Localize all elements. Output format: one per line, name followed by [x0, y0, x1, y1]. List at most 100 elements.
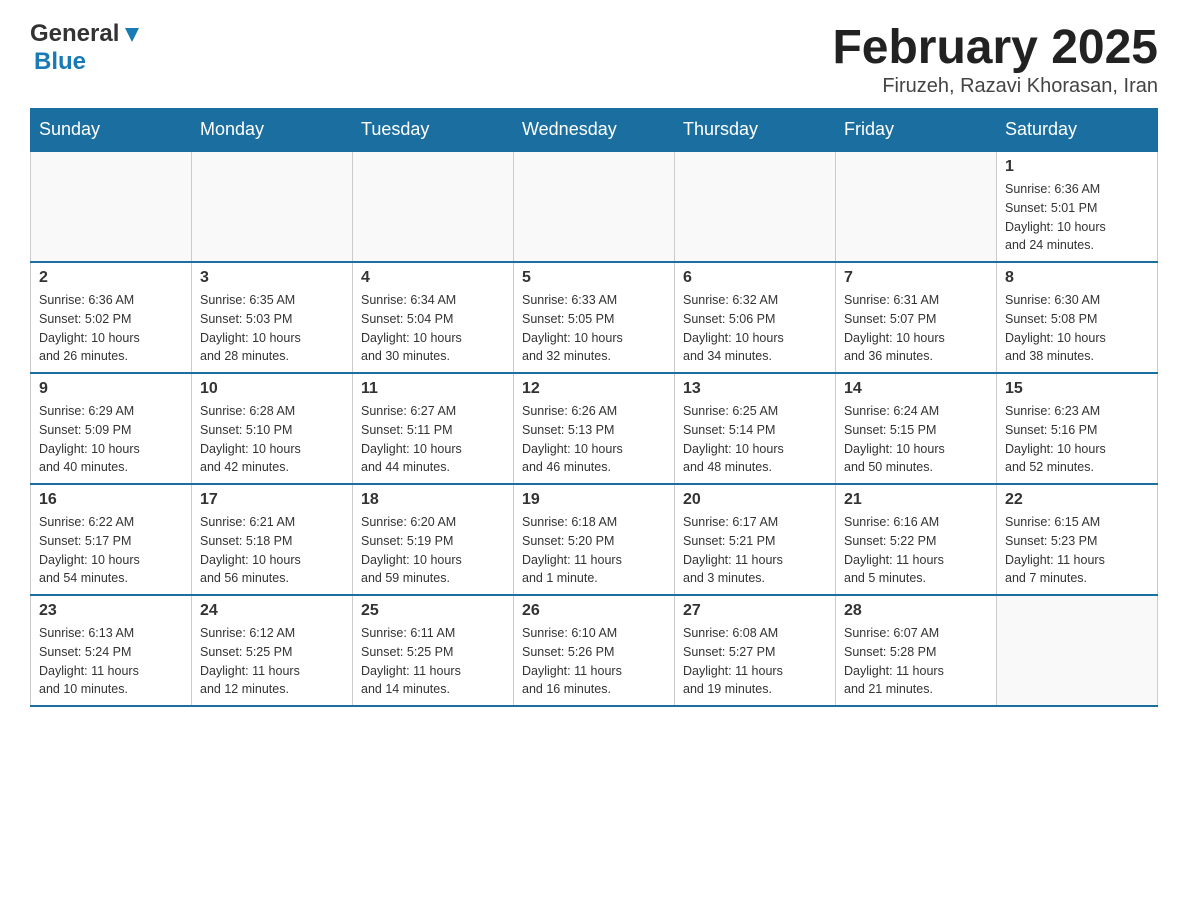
- day-info: Sunrise: 6:16 AM Sunset: 5:22 PM Dayligh…: [844, 513, 988, 588]
- day-info: Sunrise: 6:12 AM Sunset: 5:25 PM Dayligh…: [200, 624, 344, 699]
- day-number: 3: [200, 269, 344, 287]
- day-number: 6: [683, 269, 827, 287]
- day-cell: 2 Sunrise: 6:36 AM Sunset: 5:02 PM Daylig…: [31, 262, 192, 373]
- day-cell: 11 Sunrise: 6:27 AM Sunset: 5:11 PM Dayli…: [353, 373, 514, 484]
- day-info: Sunrise: 6:24 AM Sunset: 5:15 PM Dayligh…: [844, 402, 988, 477]
- day-cell: 7Sunrise: 6:31 AM Sunset: 5:07 PM Daylig…: [836, 262, 997, 373]
- day-number: 13: [683, 380, 827, 398]
- day-number: 18: [361, 491, 505, 509]
- day-info: Sunrise: 6:35 AM Sunset: 5:03 PM Dayligh…: [200, 291, 344, 366]
- day-cell: 26 Sunrise: 6:10 AM Sunset: 5:26 PM Dayli…: [514, 595, 675, 706]
- header-sunday: Sunday: [31, 109, 192, 152]
- day-number: 21: [844, 491, 988, 509]
- day-info: Sunrise: 6:33 AM Sunset: 5:05 PM Dayligh…: [522, 291, 666, 366]
- day-number: 25: [361, 602, 505, 620]
- day-info: Sunrise: 6:21 AM Sunset: 5:18 PM Dayligh…: [200, 513, 344, 588]
- day-cell: 12 Sunrise: 6:26 AM Sunset: 5:13 PM Dayli…: [514, 373, 675, 484]
- day-info: Sunrise: 6:30 AM Sunset: 5:08 PM Dayligh…: [1005, 291, 1149, 366]
- week-row-4: 16 Sunrise: 6:22 AM Sunset: 5:17 PM Dayli…: [31, 484, 1158, 595]
- day-info: Sunrise: 6:36 AM Sunset: 5:01 PM Dayligh…: [1005, 180, 1149, 255]
- logo: General Blue: [30, 20, 143, 76]
- day-number: 8: [1005, 269, 1149, 287]
- day-number: 17: [200, 491, 344, 509]
- day-cell: 25Sunrise: 6:11 AM Sunset: 5:25 PM Dayli…: [353, 595, 514, 706]
- logo-blue-text: Blue: [34, 48, 86, 75]
- calendar-title-area: February 2025 Firuzeh, Razavi Khorasan, …: [832, 20, 1158, 98]
- day-cell: 3 Sunrise: 6:35 AM Sunset: 5:03 PM Daylig…: [192, 262, 353, 373]
- day-number: 22: [1005, 491, 1149, 509]
- logo-general-text: General: [30, 20, 119, 48]
- day-cell: [192, 151, 353, 262]
- day-cell: 18 Sunrise: 6:20 AM Sunset: 5:19 PM Dayli…: [353, 484, 514, 595]
- day-cell: 22 Sunrise: 6:15 AM Sunset: 5:23 PM Dayli…: [997, 484, 1158, 595]
- week-row-2: 2 Sunrise: 6:36 AM Sunset: 5:02 PM Daylig…: [31, 262, 1158, 373]
- day-info: Sunrise: 6:32 AM Sunset: 5:06 PM Dayligh…: [683, 291, 827, 366]
- day-number: 10: [200, 380, 344, 398]
- day-info: Sunrise: 6:20 AM Sunset: 5:19 PM Dayligh…: [361, 513, 505, 588]
- day-number: 5: [522, 269, 666, 287]
- day-number: 12: [522, 380, 666, 398]
- page-header: General Blue February 2025 Firuzeh, Raza…: [30, 20, 1158, 98]
- day-cell: 19Sunrise: 6:18 AM Sunset: 5:20 PM Dayli…: [514, 484, 675, 595]
- day-number: 2: [39, 269, 183, 287]
- day-info: Sunrise: 6:28 AM Sunset: 5:10 PM Dayligh…: [200, 402, 344, 477]
- day-cell: 21 Sunrise: 6:16 AM Sunset: 5:22 PM Dayli…: [836, 484, 997, 595]
- day-cell: 13 Sunrise: 6:25 AM Sunset: 5:14 PM Dayli…: [675, 373, 836, 484]
- calendar-subtitle: Firuzeh, Razavi Khorasan, Iran: [832, 75, 1158, 98]
- day-cell: 5 Sunrise: 6:33 AM Sunset: 5:05 PM Daylig…: [514, 262, 675, 373]
- day-number: 28: [844, 602, 988, 620]
- day-cell: [997, 595, 1158, 706]
- calendar-table: SundayMondayTuesdayWednesdayThursdayFrid…: [30, 108, 1158, 707]
- day-number: 4: [361, 269, 505, 287]
- day-number: 26: [522, 602, 666, 620]
- day-cell: 6 Sunrise: 6:32 AM Sunset: 5:06 PM Daylig…: [675, 262, 836, 373]
- day-info: Sunrise: 6:08 AM Sunset: 5:27 PM Dayligh…: [683, 624, 827, 699]
- day-cell: 27Sunrise: 6:08 AM Sunset: 5:27 PM Dayli…: [675, 595, 836, 706]
- week-row-3: 9Sunrise: 6:29 AM Sunset: 5:09 PM Daylig…: [31, 373, 1158, 484]
- day-number: 20: [683, 491, 827, 509]
- day-number: 15: [1005, 380, 1149, 398]
- day-cell: 1Sunrise: 6:36 AM Sunset: 5:01 PM Daylig…: [997, 151, 1158, 262]
- day-cell: [31, 151, 192, 262]
- day-cell: 10 Sunrise: 6:28 AM Sunset: 5:10 PM Dayli…: [192, 373, 353, 484]
- day-cell: 14Sunrise: 6:24 AM Sunset: 5:15 PM Dayli…: [836, 373, 997, 484]
- day-cell: 17 Sunrise: 6:21 AM Sunset: 5:18 PM Dayli…: [192, 484, 353, 595]
- day-info: Sunrise: 6:18 AM Sunset: 5:20 PM Dayligh…: [522, 513, 666, 588]
- day-number: 16: [39, 491, 183, 509]
- day-number: 9: [39, 380, 183, 398]
- day-cell: [675, 151, 836, 262]
- header-wednesday: Wednesday: [514, 109, 675, 152]
- header-thursday: Thursday: [675, 109, 836, 152]
- day-info: Sunrise: 6:36 AM Sunset: 5:02 PM Dayligh…: [39, 291, 183, 366]
- day-info: Sunrise: 6:23 AM Sunset: 5:16 PM Dayligh…: [1005, 402, 1149, 477]
- header-saturday: Saturday: [997, 109, 1158, 152]
- day-cell: 8 Sunrise: 6:30 AM Sunset: 5:08 PM Daylig…: [997, 262, 1158, 373]
- week-row-1: 1Sunrise: 6:36 AM Sunset: 5:01 PM Daylig…: [31, 151, 1158, 262]
- header-monday: Monday: [192, 109, 353, 152]
- day-cell: 28Sunrise: 6:07 AM Sunset: 5:28 PM Dayli…: [836, 595, 997, 706]
- day-info: Sunrise: 6:26 AM Sunset: 5:13 PM Dayligh…: [522, 402, 666, 477]
- day-number: 23: [39, 602, 183, 620]
- day-info: Sunrise: 6:34 AM Sunset: 5:04 PM Dayligh…: [361, 291, 505, 366]
- header-friday: Friday: [836, 109, 997, 152]
- logo-triangle-icon: [121, 24, 143, 46]
- week-row-5: 23 Sunrise: 6:13 AM Sunset: 5:24 PM Dayli…: [31, 595, 1158, 706]
- calendar-header-row: SundayMondayTuesdayWednesdayThursdayFrid…: [31, 109, 1158, 152]
- day-cell: 9Sunrise: 6:29 AM Sunset: 5:09 PM Daylig…: [31, 373, 192, 484]
- day-info: Sunrise: 6:27 AM Sunset: 5:11 PM Dayligh…: [361, 402, 505, 477]
- calendar-title: February 2025: [832, 20, 1158, 75]
- day-cell: 23 Sunrise: 6:13 AM Sunset: 5:24 PM Dayli…: [31, 595, 192, 706]
- day-number: 7: [844, 269, 988, 287]
- day-info: Sunrise: 6:25 AM Sunset: 5:14 PM Dayligh…: [683, 402, 827, 477]
- day-number: 11: [361, 380, 505, 398]
- day-info: Sunrise: 6:13 AM Sunset: 5:24 PM Dayligh…: [39, 624, 183, 699]
- day-info: Sunrise: 6:15 AM Sunset: 5:23 PM Dayligh…: [1005, 513, 1149, 588]
- day-cell: [514, 151, 675, 262]
- day-cell: 20 Sunrise: 6:17 AM Sunset: 5:21 PM Dayli…: [675, 484, 836, 595]
- header-tuesday: Tuesday: [353, 109, 514, 152]
- day-info: Sunrise: 6:17 AM Sunset: 5:21 PM Dayligh…: [683, 513, 827, 588]
- day-info: Sunrise: 6:22 AM Sunset: 5:17 PM Dayligh…: [39, 513, 183, 588]
- day-info: Sunrise: 6:10 AM Sunset: 5:26 PM Dayligh…: [522, 624, 666, 699]
- day-cell: [353, 151, 514, 262]
- day-cell: 16 Sunrise: 6:22 AM Sunset: 5:17 PM Dayli…: [31, 484, 192, 595]
